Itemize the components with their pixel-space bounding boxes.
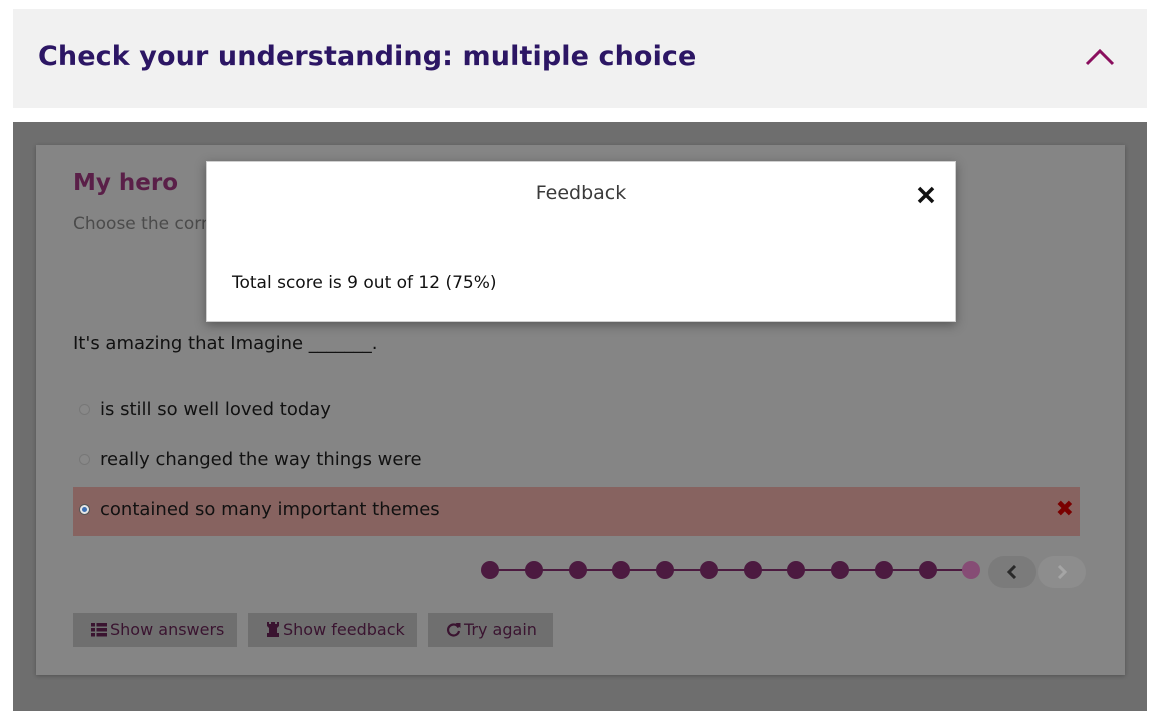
answer-option-label: is still so well loved today: [100, 399, 331, 420]
progress-line: [490, 569, 971, 571]
total-score-text: Total score is 9 out of 12 (75%): [232, 273, 497, 293]
activity-instruction: Choose the corr: [73, 214, 208, 234]
answer-option[interactable]: really changed the way things were: [73, 437, 1080, 486]
chevron-up-icon[interactable]: [1085, 47, 1115, 67]
radio-button[interactable]: [79, 454, 90, 465]
progress-dot-11[interactable]: [919, 561, 937, 579]
progress-dot-3[interactable]: [569, 561, 587, 579]
radio-button-checked[interactable]: [79, 504, 90, 515]
next-question-button[interactable]: [1038, 556, 1086, 588]
question-progress: [480, 558, 980, 582]
progress-dot-8[interactable]: [787, 561, 805, 579]
progress-dot-6[interactable]: [700, 561, 718, 579]
progress-dot-12-current[interactable]: [962, 561, 980, 579]
list-icon: [91, 623, 107, 637]
progress-dot-5[interactable]: [656, 561, 674, 579]
progress-dot-1[interactable]: [481, 561, 499, 579]
activity-title: My hero: [73, 170, 179, 196]
radio-button[interactable]: [79, 404, 90, 415]
accordion-title: Check your understanding: multiple choic…: [38, 41, 697, 72]
try-again-label: Try again: [464, 620, 537, 639]
try-again-button[interactable]: Try again: [428, 613, 553, 647]
close-icon[interactable]: [917, 186, 935, 204]
question-text: It's amazing that Imagine _______.: [73, 333, 378, 354]
show-feedback-label: Show feedback: [283, 620, 405, 639]
answer-option-label: really changed the way things were: [100, 449, 422, 470]
progress-dot-4[interactable]: [612, 561, 630, 579]
feedback-dialog: Feedback Total score is 9 out of 12 (75%…: [206, 161, 956, 322]
progress-dot-2[interactable]: [525, 561, 543, 579]
answer-option-selected-incorrect[interactable]: contained so many important themes ✖: [73, 487, 1080, 536]
progress-dot-10[interactable]: [875, 561, 893, 579]
previous-question-button[interactable]: [988, 556, 1036, 588]
chevron-right-icon: [1057, 565, 1068, 579]
show-answers-label: Show answers: [110, 620, 225, 639]
incorrect-x-icon: ✖: [1055, 497, 1074, 522]
answer-option[interactable]: is still so well loved today: [73, 387, 1080, 436]
answer-option-label: contained so many important themes: [100, 499, 440, 520]
chevron-left-icon: [1006, 565, 1017, 579]
feedback-dialog-title: Feedback: [535, 182, 627, 204]
refresh-icon: [447, 623, 461, 637]
show-answers-button[interactable]: Show answers: [73, 613, 237, 647]
show-feedback-button[interactable]: Show feedback: [248, 613, 417, 647]
accordion-header[interactable]: Check your understanding: multiple choic…: [13, 9, 1147, 108]
progress-dot-7[interactable]: [744, 561, 762, 579]
progress-dot-9[interactable]: [831, 561, 849, 579]
rook-icon: [267, 622, 279, 637]
